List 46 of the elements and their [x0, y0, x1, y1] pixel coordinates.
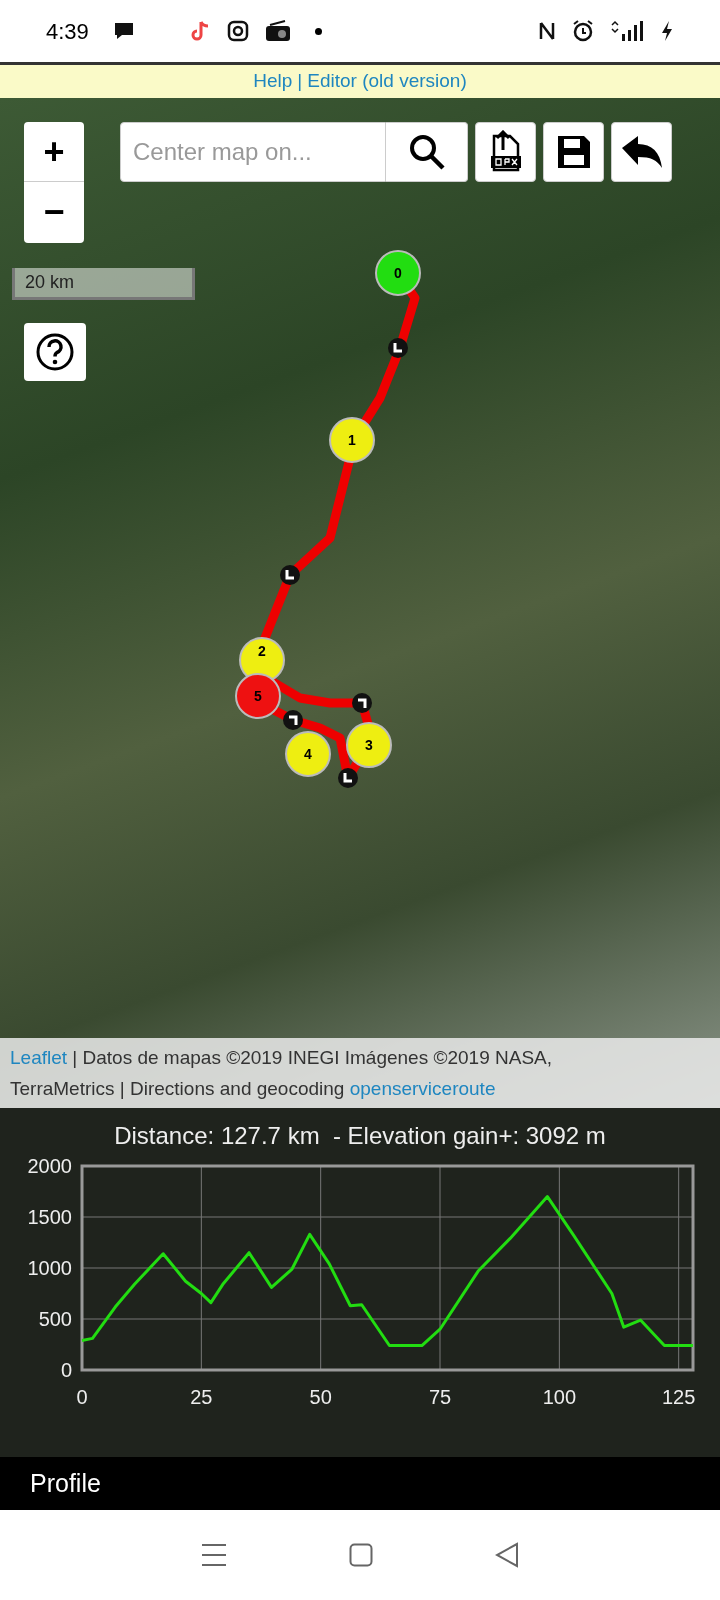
back-arrow-icon [619, 134, 664, 170]
zoom-out-button[interactable]: − [24, 182, 84, 242]
route-marker[interactable]: 3 [346, 722, 392, 768]
link-separator: | [297, 69, 303, 94]
axis-label: 75 [428, 1386, 452, 1408]
charging-icon [660, 20, 674, 42]
route-marker[interactable]: 4 [285, 731, 331, 777]
axis-label: 1500 [27, 1206, 72, 1228]
music-note-icon [190, 20, 211, 42]
route-marker[interactable]: 1 [329, 417, 375, 463]
alarm-icon [572, 20, 594, 42]
axis-label: 500 [38, 1308, 72, 1330]
question-mark-icon [35, 332, 75, 372]
help-button[interactable] [24, 323, 86, 381]
zoom-in-button[interactable]: + [24, 122, 84, 182]
gpx-upload-button[interactable] [475, 122, 536, 182]
route-summary: Distance: 127.7 km - Elevation gain+: 3092 m [113, 1121, 607, 1151]
axis-label: 0 [60, 1359, 72, 1381]
home-icon[interactable] [349, 1543, 373, 1567]
camera-icon [226, 20, 249, 42]
axis-label: 125 [662, 1386, 696, 1408]
route-marker[interactable]: 0 [375, 250, 421, 296]
axis-label: 100 [542, 1386, 577, 1408]
route-marker[interactable]: 5 [235, 673, 281, 719]
radio-icon [264, 20, 291, 42]
search-field[interactable]: Center map on... [120, 122, 386, 182]
satellite-map[interactable]: 0 1 2 5 3 4 + − 20 km Center map on... Leaflet | Datos de mapas ©2019 INEGI Imágenes ©2019 NASA, TerraMetrics | Directions and geocoding openserviceroute [0, 98, 720, 1108]
menu-icon[interactable] [201, 1543, 227, 1567]
scale-bar: 20 km [12, 268, 195, 300]
editor-link[interactable]: Editor (old version) [307, 67, 467, 96]
help-link[interactable]: Help [253, 67, 293, 96]
save-button[interactable] [543, 122, 604, 182]
status-time: 4:39 [46, 17, 89, 46]
back-icon[interactable] [495, 1542, 519, 1568]
signal-icon [610, 20, 644, 42]
axis-label: 2000 [27, 1155, 72, 1177]
undo-button[interactable] [611, 122, 672, 182]
profile-tab[interactable]: Profile [30, 1464, 101, 1503]
chat-icon [112, 21, 135, 41]
axis-label: 50 [309, 1386, 332, 1408]
axis-label: 0 [76, 1386, 88, 1408]
axis-label: 25 [190, 1386, 213, 1408]
map-attribution: Leaflet | Datos de mapas ©2019 INEGI Imágenes ©2019 NASA, TerraMetrics | Directions and geocoding openserviceroute [0, 1038, 720, 1108]
axis-label: 1000 [27, 1257, 72, 1279]
nfc-icon [538, 20, 556, 42]
search-button[interactable] [386, 122, 468, 182]
